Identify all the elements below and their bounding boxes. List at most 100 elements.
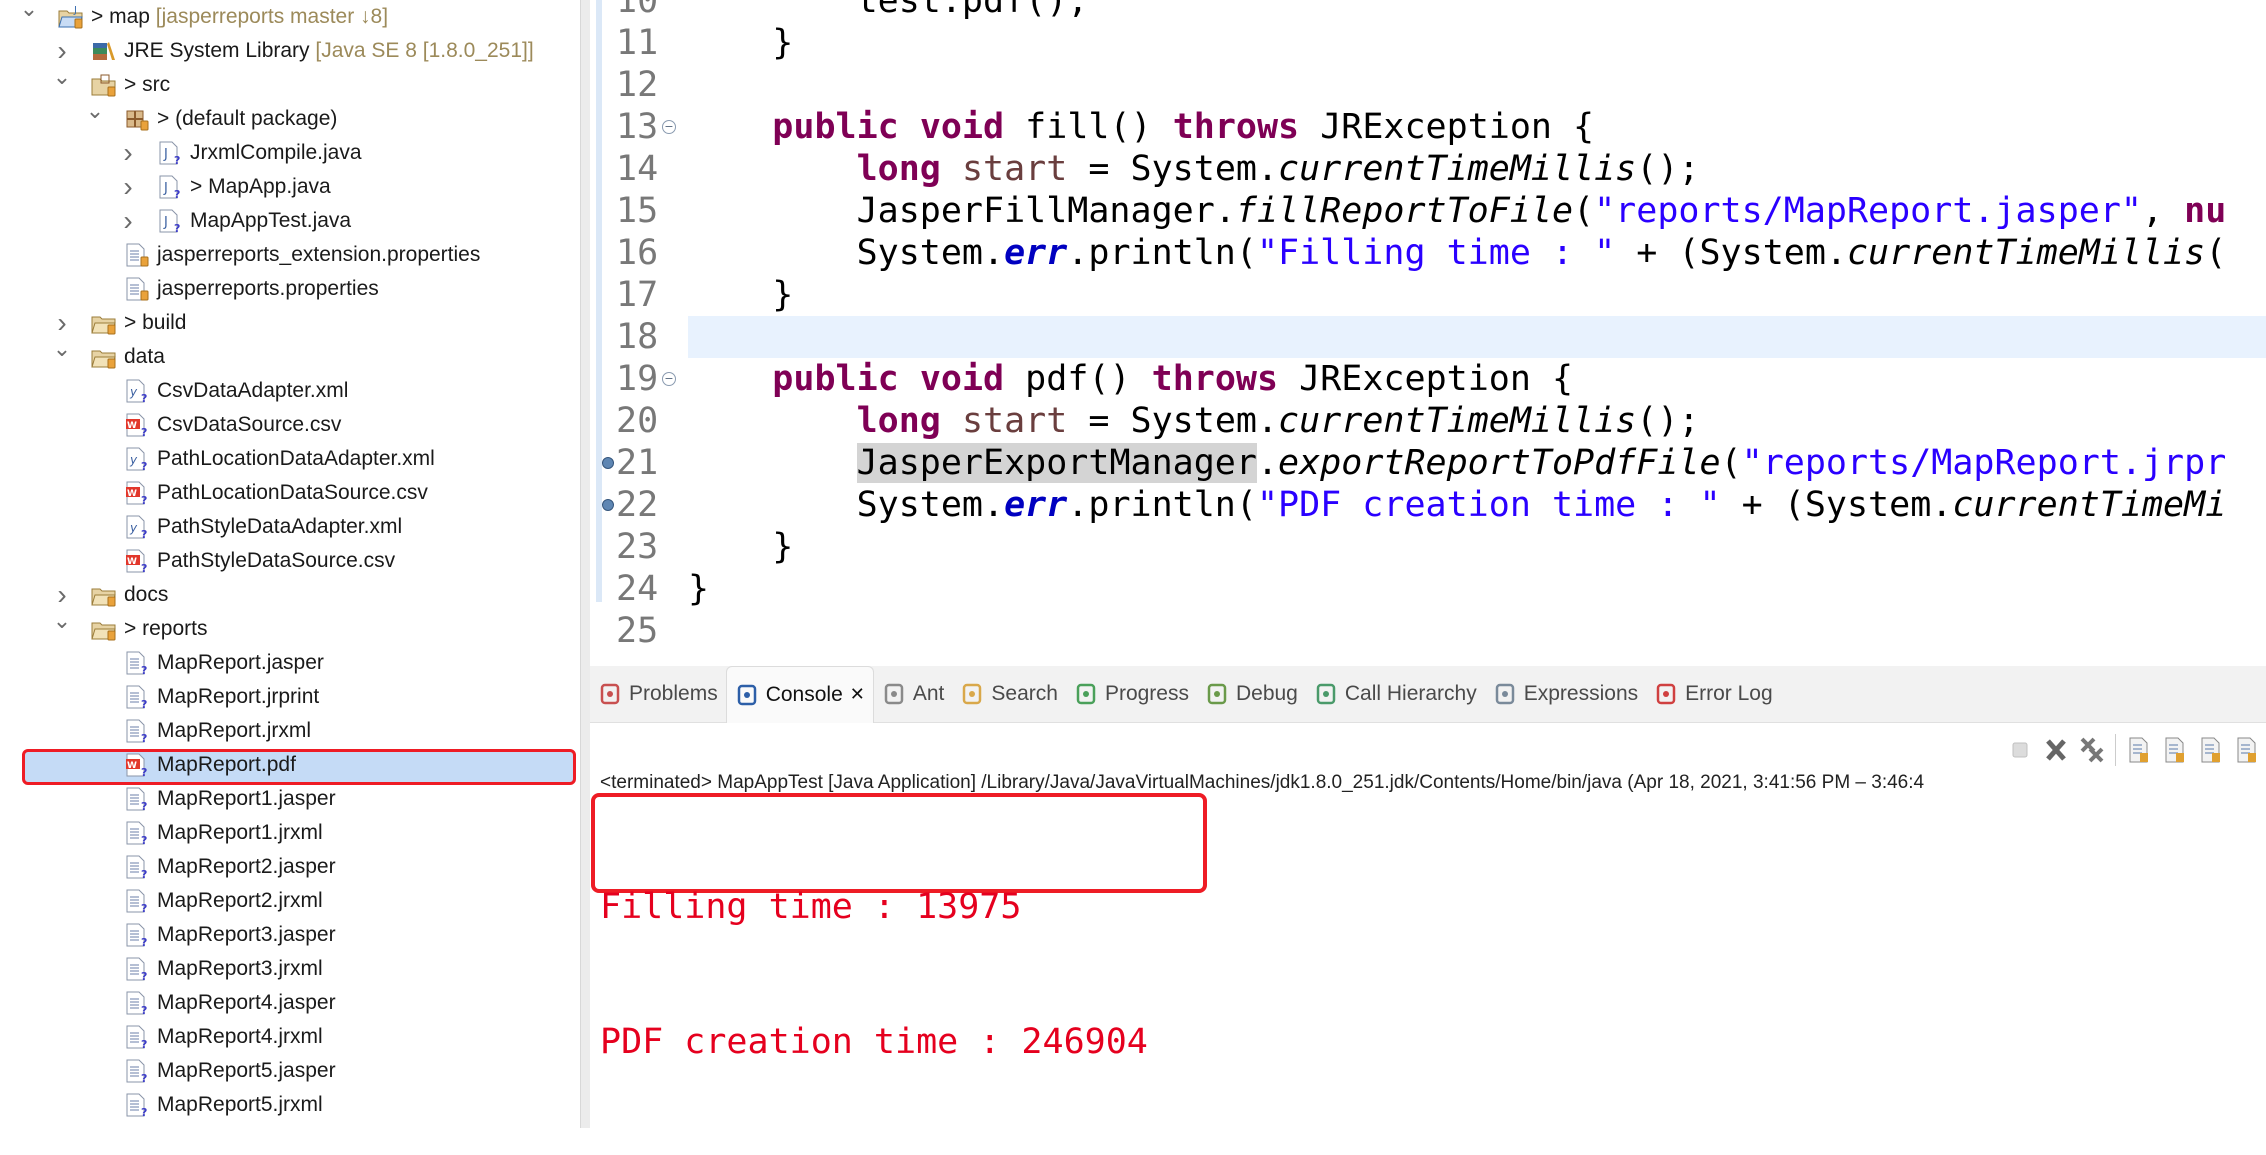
tree-item[interactable]: W? CsvDataSource.csv [0,408,580,442]
tree-item[interactable]: ? MapReport1.jrxml [0,816,580,850]
tree-item[interactable]: y? CsvDataAdapter.xml [0,374,580,408]
pin-console-icon[interactable] [2234,735,2260,765]
console-output[interactable]: Filling time : 13975 PDF creation time :… [600,795,1148,1155]
line-number: 14 [616,149,659,189]
chevron-down-icon[interactable]: ⌄ [52,66,72,102]
tree-item-name: MapAppTest.java [190,209,352,232]
tree-item[interactable]: ⌄ > reports [0,610,580,646]
tab-expressions[interactable]: Expressions [1485,666,1646,722]
tree-item[interactable]: ? MapReport3.jasper [0,918,580,952]
chevron-right-icon[interactable]: › [118,204,138,238]
tree-item-name: JRE System Library [124,39,310,62]
scroll-lock-icon[interactable] [2162,735,2188,765]
remove-all-launches-icon[interactable] [2079,735,2105,765]
tab-error-log[interactable]: Error Log [1646,666,1781,722]
code-token: long [856,401,941,441]
tree-item-label: MapReport2.jrxml [157,884,323,918]
code-editor[interactable]: 10 test.pdf(); 11 } 12 13− public void fill… [590,0,2266,660]
tree-item[interactable]: W? PathLocationDataSource.csv [0,476,580,510]
svg-text:?: ? [174,188,180,199]
tree-item[interactable]: ? MapReport2.jasper [0,850,580,884]
chevron-right-icon[interactable]: › [118,170,138,204]
console-output-line: Filling time : 13975 [600,887,1022,927]
tab-debug[interactable]: Debug [1197,666,1306,722]
svg-text:y: y [129,521,138,535]
tree-item[interactable]: › J? JrxmlCompile.java [0,136,580,170]
console-toolbar [2007,726,2266,774]
tree-item[interactable]: › docs [0,578,580,612]
code-token: = System. [1067,149,1279,189]
tree-item-label: CsvDataAdapter.xml [157,374,348,408]
tree-item[interactable]: y? PathLocationDataAdapter.xml [0,442,580,476]
code-token: = System. [1067,401,1279,441]
svg-text:?: ? [141,426,147,437]
chevron-right-icon[interactable]: › [52,578,72,612]
tree-item[interactable]: y? PathStyleDataAdapter.xml [0,510,580,544]
terminate-icon[interactable] [2007,735,2033,765]
tree-item[interactable]: › > build [0,306,580,340]
tree-item[interactable]: ? MapReport5.jrxml [0,1088,580,1122]
tree-item[interactable]: ? MapReport3.jrxml [0,952,580,986]
fold-collapse-icon[interactable]: − [662,120,676,134]
tree-item[interactable]: ⌄ > src [0,66,580,102]
word-wrap-icon[interactable] [2198,735,2224,765]
chevron-down-icon[interactable]: ⌄ [52,610,72,646]
tab-ant[interactable]: Ant [874,666,953,722]
tree-item-label: MapReport4.jrxml [157,1020,323,1054]
tree-item[interactable]: › J? MapAppTest.java [0,204,580,238]
tree-item[interactable]: ? MapReport1.jasper [0,782,580,816]
tab-label: Console [765,682,843,706]
tree-item[interactable]: ? MapReport4.jasper [0,986,580,1020]
tab-call-hierarchy[interactable]: Call Hierarchy [1306,666,1485,722]
tab-console[interactable]: Console ✕ [725,665,874,723]
code-text: public void fill() throws JRException { [688,106,1594,148]
chevron-down-icon[interactable]: ⌄ [85,100,105,136]
tree-item[interactable]: › J? > MapApp.java [0,170,580,204]
close-tab-icon[interactable]: ✕ [850,684,865,705]
chevron-down-icon[interactable]: ⌄ [52,338,72,374]
tree-item[interactable]: ? MapReport.jrprint [0,680,580,714]
fold-collapse-icon[interactable]: − [662,372,676,386]
code-token: err [1004,233,1068,273]
expressions-icon [1493,681,1517,707]
tree-item[interactable]: ? MapReport4.jrxml [0,1020,580,1054]
code-line: 17 } [590,274,2266,316]
chevron-right-icon[interactable]: › [52,306,72,340]
code-text: } [688,274,793,316]
chevron-right-icon[interactable]: › [52,34,72,68]
svg-text:?: ? [141,868,147,879]
tree-item[interactable]: ? MapReport.jasper [0,646,580,680]
tree-item-label: > MapApp.java [190,170,331,204]
tree-item-label: jasperreports.properties [157,272,379,306]
tab-label: Expressions [1523,682,1639,705]
tree-item[interactable]: ⌄ J > map [jasperreports master ↓8] [0,0,580,34]
code-token: System. [688,485,1005,525]
tree-item-label: > (default package) [157,102,337,136]
tree-item[interactable]: W? PathStyleDataSource.csv [0,544,580,578]
tab-search[interactable]: Search [952,666,1066,722]
chevron-down-icon[interactable]: ⌄ [19,0,39,34]
svg-text:?: ? [141,494,147,505]
svg-text:?: ? [174,154,180,165]
tab-problems[interactable]: Problems [590,666,726,722]
tab-label: Call Hierarchy [1344,682,1477,705]
line-number: 13 [616,107,659,147]
tab-progress[interactable]: Progress [1066,666,1197,722]
tree-item[interactable]: ? MapReport2.jrxml [0,884,580,918]
tree-item[interactable]: jasperreports_extension.properties [0,238,580,272]
tree-item[interactable]: ? MapReport5.jasper [0,1054,580,1088]
remove-launch-icon[interactable] [2043,735,2069,765]
tree-item[interactable]: ⌄ data [0,338,580,374]
clear-console-icon[interactable] [2126,735,2152,765]
file-icon: ? [124,821,150,847]
csv-file-icon: W? [124,549,150,575]
tree-item[interactable]: ? MapReport.jrxml [0,714,580,748]
tree-item[interactable]: W? MapReport.pdf [0,748,580,785]
chevron-right-icon[interactable]: › [118,136,138,170]
git-dirty-marker: > [124,617,143,640]
code-token: test.pdf(); [688,0,1089,21]
tree-item[interactable]: › JRE System Library [Java SE 8 [1.8.0_25… [0,34,580,68]
tree-item[interactable]: ⌄ > (default package) [0,100,580,136]
line-number: 23 [616,527,659,567]
tree-item[interactable]: jasperreports.properties [0,272,580,306]
